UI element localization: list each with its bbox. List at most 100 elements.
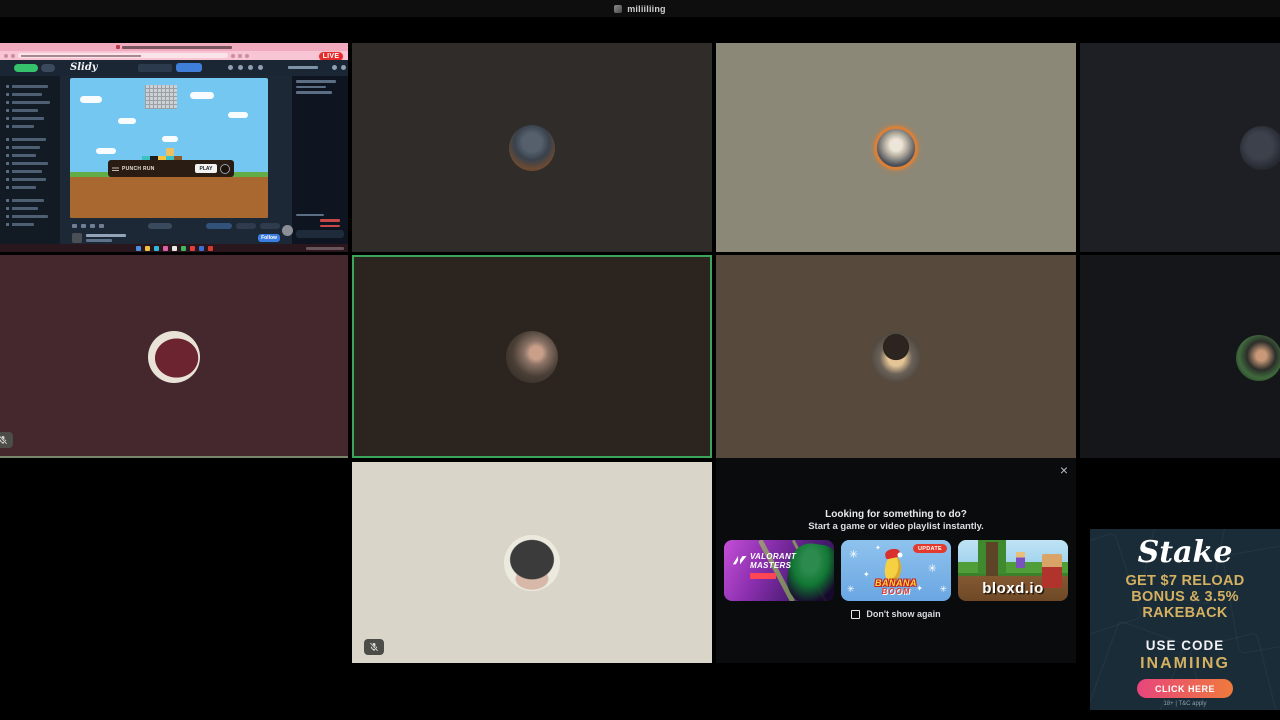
sidebar-item[interactable] xyxy=(6,138,46,141)
site-secondary-button[interactable] xyxy=(41,64,55,72)
click-here-button[interactable]: CLICK HERE xyxy=(1137,679,1233,698)
taskbar-start-icon[interactable] xyxy=(135,245,141,251)
mode-pill-active[interactable] xyxy=(206,223,232,229)
sidebar-item[interactable] xyxy=(6,223,34,226)
refresh-icon xyxy=(11,53,15,58)
sidebar-item[interactable] xyxy=(6,170,42,173)
site-join-button[interactable] xyxy=(176,63,202,72)
search-icon[interactable] xyxy=(228,65,233,70)
quality-pill[interactable] xyxy=(148,223,172,229)
user-icon[interactable] xyxy=(238,65,243,70)
close-icon[interactable]: × xyxy=(1060,462,1068,478)
url-field[interactable] xyxy=(18,53,228,58)
card-valorant-masters[interactable]: VALORANT MASTERS xyxy=(724,540,834,601)
participant-tile-clipped[interactable] xyxy=(1080,43,1280,252)
sidebar-item[interactable] xyxy=(6,146,40,149)
stake-terms: 18+ | T&C apply xyxy=(1163,701,1207,707)
taskbar-app-icon[interactable] xyxy=(171,245,177,251)
game-viewport[interactable]: PUNCH RUN PLAY xyxy=(70,78,268,218)
sidebar-item[interactable] xyxy=(6,178,46,181)
menu-icon[interactable] xyxy=(258,65,263,70)
mode-pill[interactable] xyxy=(236,223,256,229)
sidebar-item[interactable] xyxy=(6,186,36,189)
avatar xyxy=(874,125,918,170)
participant-tile[interactable] xyxy=(352,43,712,252)
card-title: VALORANT MASTERS xyxy=(750,552,797,570)
taskbar-app-icon[interactable] xyxy=(207,245,213,251)
participant-tile[interactable] xyxy=(716,43,1076,252)
mic-muted-badge xyxy=(364,639,384,655)
avatar xyxy=(509,124,555,171)
game-banner: PUNCH RUN PLAY xyxy=(108,160,234,177)
sidebar-item[interactable] xyxy=(6,101,50,104)
browser-addressbar[interactable] xyxy=(0,51,348,60)
sidebar-item[interactable] xyxy=(6,162,48,165)
taskbar-folder-icon[interactable] xyxy=(144,245,150,251)
taskbar-app-icon[interactable] xyxy=(189,245,195,251)
volume-icon[interactable] xyxy=(99,224,104,228)
mode-pill[interactable] xyxy=(260,223,280,229)
taskbar-browser-icon[interactable] xyxy=(153,245,159,251)
site-primary-button[interactable] xyxy=(14,64,38,72)
fullscreen-icon[interactable] xyxy=(72,224,77,228)
stake-headline-line3: RAKEBACK xyxy=(1142,605,1228,621)
room-icon xyxy=(614,4,623,13)
taskbar-tray[interactable] xyxy=(306,246,344,250)
chat-text-blurred xyxy=(296,91,332,94)
sidebar-item[interactable] xyxy=(6,109,38,112)
sidebar-item[interactable] xyxy=(6,117,44,120)
card-banana-boom[interactable]: ✳ ✦ ✳ ✳ ✦ ✳ ✦ BANANA BOOM UPDATE xyxy=(841,540,951,601)
card-bloxd-io[interactable]: bloxd.io xyxy=(958,540,1068,601)
stake-ad-banner[interactable]: Stake GET $7 RELOAD BONUS & 3.5% RAKEBAC… xyxy=(1090,529,1280,710)
gear-icon[interactable] xyxy=(332,65,337,70)
chat-text-blurred xyxy=(296,85,326,88)
sidebar-item[interactable] xyxy=(6,93,42,96)
settings-icon[interactable] xyxy=(90,224,95,228)
close-panel-icon[interactable] xyxy=(341,65,346,70)
valorant-character-art xyxy=(784,540,834,601)
site-logo[interactable]: Slidy xyxy=(70,62,98,73)
room-name: miliiliing xyxy=(627,3,666,14)
category-dropdown-blurred[interactable] xyxy=(288,66,318,69)
windows-taskbar[interactable] xyxy=(0,244,348,252)
card-title: bloxd.io xyxy=(982,580,1044,597)
taskbar-discord-icon[interactable] xyxy=(198,245,204,251)
game-record-icon xyxy=(220,163,230,174)
participant-tile-clipped[interactable] xyxy=(1080,255,1280,458)
chat-scroll-button[interactable] xyxy=(282,225,293,236)
participant-tile[interactable] xyxy=(352,462,712,663)
profile-icon xyxy=(245,53,249,58)
chat-input[interactable] xyxy=(296,230,344,238)
cloud xyxy=(118,118,136,124)
game-character xyxy=(166,148,174,156)
bell-icon[interactable] xyxy=(248,65,253,70)
sidebar-item[interactable] xyxy=(6,154,36,157)
taskbar-app-icon[interactable] xyxy=(162,245,168,251)
sidebar-item[interactable] xyxy=(6,215,48,218)
player-toolbar xyxy=(72,223,280,229)
dont-show-row: Don't show again xyxy=(716,609,1076,619)
participant-tile[interactable] xyxy=(716,255,1076,458)
site-sidebar[interactable] xyxy=(0,76,60,244)
avatar xyxy=(504,534,560,591)
mic-muted-icon xyxy=(0,435,8,445)
game-cards: VALORANT MASTERS ✳ ✦ ✳ ✳ ✦ ✳ ✦ BANANA BO… xyxy=(724,540,1068,601)
chat-text-blurred xyxy=(296,80,336,83)
site-header: Slidy xyxy=(0,60,348,76)
participant-tile-speaking[interactable] xyxy=(352,255,712,458)
valorant-fantasy-badge xyxy=(750,573,776,579)
sidebar-item[interactable] xyxy=(6,125,34,128)
follow-button[interactable]: Follow xyxy=(258,234,280,242)
play-button[interactable]: PLAY xyxy=(195,164,217,173)
taskbar-app-icon[interactable] xyxy=(180,245,186,251)
site-date-picker[interactable] xyxy=(138,64,172,72)
sidebar-item[interactable] xyxy=(6,199,44,202)
list-icon xyxy=(112,166,119,171)
screen-share-tile[interactable]: LIVE Slidy PUNCH RUN PLAY Follow xyxy=(0,43,348,252)
sidebar-item[interactable] xyxy=(6,85,48,88)
sidebar-item[interactable] xyxy=(6,207,38,210)
theater-icon[interactable] xyxy=(81,224,86,228)
participant-tile[interactable] xyxy=(0,255,348,458)
dont-show-checkbox[interactable] xyxy=(851,609,861,619)
mic-muted-badge xyxy=(0,432,13,448)
